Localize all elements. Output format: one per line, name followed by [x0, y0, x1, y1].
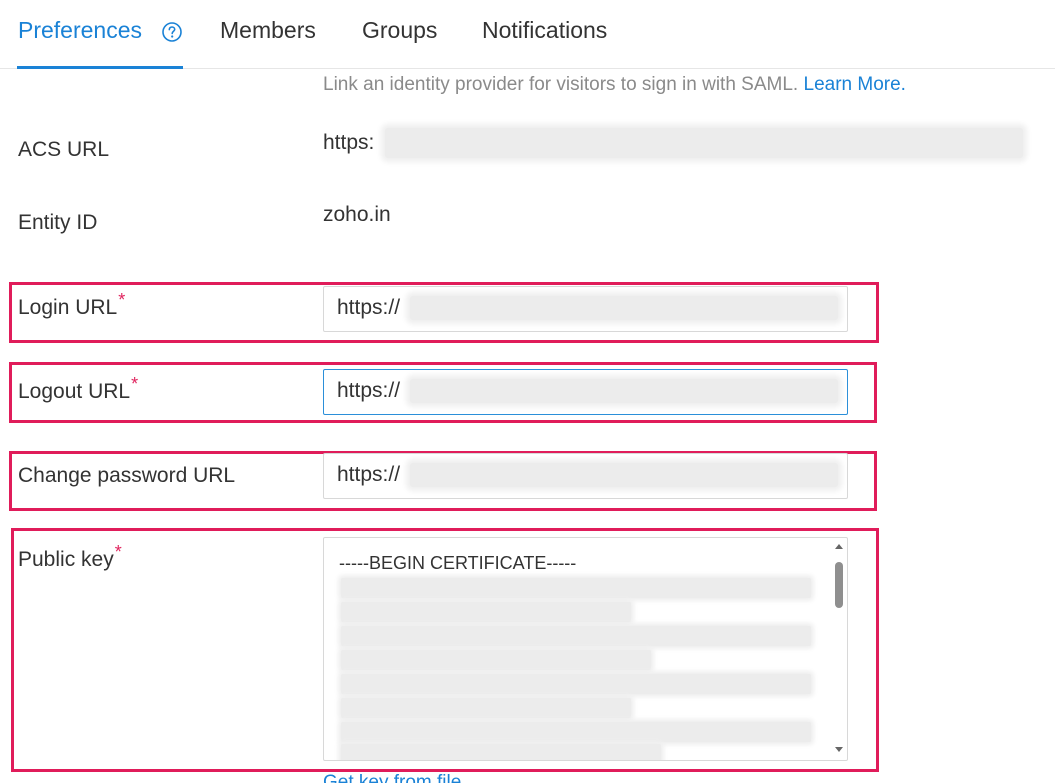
public-key-label: Public key* [18, 542, 122, 571]
learn-more-link[interactable]: Learn More. [804, 74, 906, 95]
tab-groups[interactable]: Groups [362, 17, 437, 44]
tab-members[interactable]: Members [220, 17, 316, 44]
login-url-label: Login URL* [18, 290, 126, 319]
acs-url-label: ACS URL [18, 138, 110, 161]
get-key-from-file-link[interactable]: Get key from file [323, 772, 461, 783]
saml-settings-page: Preferences Members Groups Notifications… [0, 0, 1055, 783]
change-password-redacted [410, 463, 838, 487]
change-password-label: Change password URL [18, 464, 236, 487]
login-url-redacted [410, 296, 838, 320]
logout-url-value: https:// [337, 379, 401, 402]
logout-url-input[interactable]: https:// [323, 369, 848, 415]
public-key-textarea[interactable]: -----BEGIN CERTIFICATE----- [323, 537, 848, 761]
certificate-line-redacted [341, 744, 661, 760]
certificate-line-redacted [341, 674, 811, 694]
login-url-input[interactable]: https:// [323, 286, 848, 332]
certificate-line-redacted [341, 650, 651, 670]
acs-url-redacted [385, 128, 1023, 158]
saml-intro-text: Link an identity provider for visitors t… [323, 74, 799, 95]
certificate-line-redacted [341, 602, 631, 622]
tab-notifications[interactable]: Notifications [482, 17, 607, 44]
saml-intro: Link an identity provider for visitors t… [323, 74, 906, 96]
textarea-scrollbar[interactable] [833, 538, 847, 760]
certificate-line-redacted [341, 698, 631, 718]
certificate-line-redacted [341, 578, 811, 598]
logout-url-redacted [410, 379, 838, 403]
login-url-value: https:// [337, 296, 401, 319]
tab-bar: Preferences Members Groups Notifications [0, 0, 1055, 69]
scroll-up-arrow-icon[interactable] [835, 544, 843, 549]
logout-url-label: Logout URL* [18, 374, 139, 403]
acs-url-value: https: [323, 131, 375, 154]
certificate-line-redacted [341, 626, 811, 646]
certificate-line-redacted [341, 722, 811, 742]
change-password-value: https:// [337, 463, 401, 486]
scroll-thumb[interactable] [835, 562, 843, 608]
required-marker: * [114, 542, 122, 562]
scroll-down-arrow-icon[interactable] [835, 747, 843, 752]
help-icon[interactable] [161, 21, 183, 43]
change-password-input[interactable]: https:// [323, 453, 848, 499]
tab-preferences[interactable]: Preferences [18, 17, 142, 44]
required-marker: * [131, 374, 139, 394]
active-tab-indicator [17, 66, 183, 69]
entity-id-value: zoho.in [323, 203, 391, 226]
certificate-first-line: -----BEGIN CERTIFICATE----- [339, 553, 577, 573]
entity-id-label: Entity ID [18, 211, 98, 234]
required-marker: * [118, 290, 126, 310]
